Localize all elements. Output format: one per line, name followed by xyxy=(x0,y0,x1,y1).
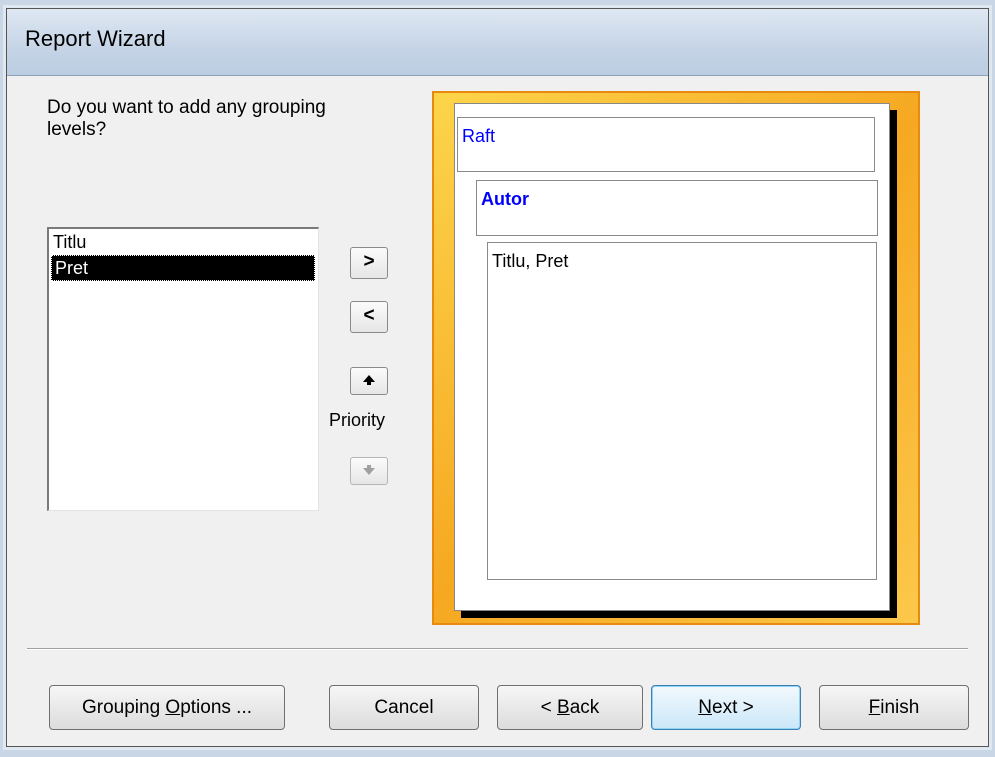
report-wizard-dialog: Report Wizard Do you want to add any gro… xyxy=(6,8,989,747)
remove-grouping-button[interactable]: < xyxy=(350,301,388,333)
detail-fields-label: Titlu, Pret xyxy=(492,251,569,271)
add-grouping-button[interactable]: > xyxy=(350,247,388,279)
grouping-options-button[interactable]: Grouping Options ... xyxy=(49,685,285,730)
back-accesskey: B xyxy=(557,697,570,718)
next-accesskey: N xyxy=(698,697,712,718)
separator xyxy=(27,648,968,650)
priority-label: Priority xyxy=(329,410,386,430)
finish-accesskey: F xyxy=(868,697,881,718)
available-fields-list[interactable]: Titlu Pret xyxy=(47,227,319,511)
group-level-autor-label: Autor xyxy=(481,189,529,209)
priority-up-button[interactable] xyxy=(350,367,388,395)
back-label-post: ack xyxy=(569,697,600,718)
arrow-down-icon xyxy=(363,464,375,475)
back-button[interactable]: < Back xyxy=(497,685,643,730)
list-item-titlu[interactable]: Titlu xyxy=(49,229,318,255)
finish-button[interactable]: Finish xyxy=(819,685,969,730)
list-item-pret[interactable]: Pret xyxy=(51,255,315,281)
dialog-body: Do you want to add any grouping levels? … xyxy=(17,83,978,736)
next-button[interactable]: Next > xyxy=(651,685,801,730)
group-level-autor: Autor xyxy=(476,180,878,236)
grouping-options-accesskey: O xyxy=(165,697,181,718)
title-bar[interactable]: Report Wizard xyxy=(7,9,988,76)
grouping-preview: Raft Autor Titlu, Pret xyxy=(432,91,920,625)
preview-page: Raft Autor Titlu, Pret xyxy=(454,103,890,611)
grouping-options-label-post: ptions ... xyxy=(180,697,253,718)
group-level-raft-label: Raft xyxy=(462,126,496,146)
finish-label-post: inish xyxy=(880,697,920,718)
grouping-options-label-pre: Grouping xyxy=(81,697,166,718)
cancel-label: Cancel xyxy=(374,697,434,718)
arrow-up-icon xyxy=(363,374,375,385)
grouping-question: Do you want to add any grouping levels? xyxy=(47,97,326,140)
back-label-pre: < xyxy=(540,697,558,718)
detail-fields-box: Titlu, Pret xyxy=(487,242,877,580)
cancel-button[interactable]: Cancel xyxy=(329,685,479,730)
window-title: Report Wizard xyxy=(25,26,166,51)
priority-down-button[interactable] xyxy=(350,457,388,485)
next-label-post: ext > xyxy=(712,697,754,718)
group-level-raft: Raft xyxy=(457,117,875,172)
